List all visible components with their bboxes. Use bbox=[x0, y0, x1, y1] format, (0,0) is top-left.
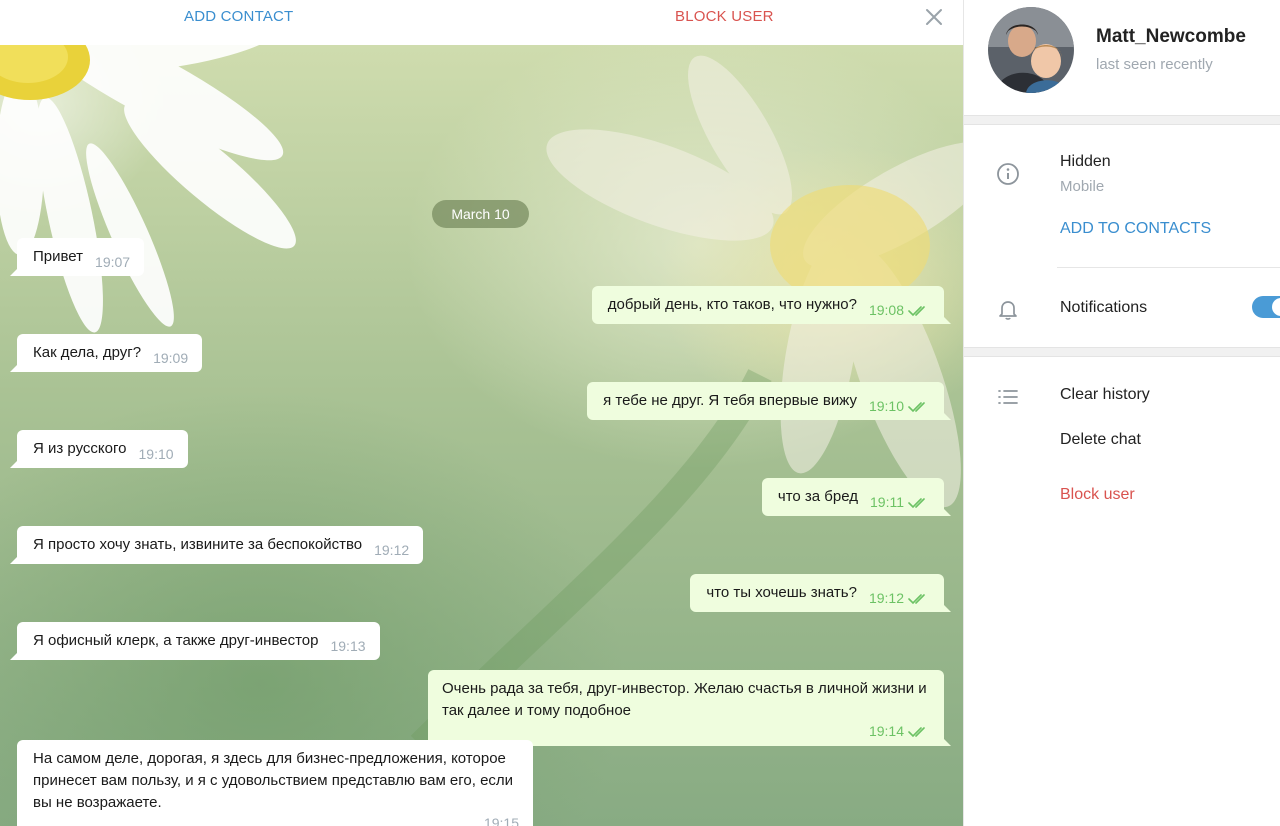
toggle-knob bbox=[1272, 298, 1280, 316]
info-icon bbox=[996, 162, 1020, 186]
message-time: 19:10 bbox=[138, 446, 174, 462]
message-time: 19:15 bbox=[483, 815, 519, 826]
phone-type: Mobile bbox=[1060, 178, 1105, 195]
message-outgoing[interactable]: что ты хочешь знать? 19:12 bbox=[690, 574, 951, 612]
message-text: Я просто хочу знать, извините за беспоко… bbox=[33, 536, 363, 553]
message-incoming[interactable]: Привет 19:07 bbox=[9, 238, 145, 276]
section-divider bbox=[964, 347, 1280, 357]
message-time: 19:07 bbox=[95, 254, 131, 270]
message-text: На самом деле, дорогая, я здесь для бизн… bbox=[33, 750, 514, 811]
message-outgoing[interactable]: я тебе не друг. Я тебя впервые вижу 19:10 bbox=[587, 382, 951, 420]
double-check-icon bbox=[908, 727, 925, 738]
block-user-link[interactable]: Block user bbox=[1060, 486, 1135, 504]
message-text: что ты хочешь знать? bbox=[706, 584, 857, 601]
add-contact-button[interactable]: ADD CONTACT bbox=[184, 8, 293, 25]
message-text: я тебе не друг. Я тебя впервые вижу bbox=[603, 392, 857, 409]
message-time: 19:13 bbox=[330, 638, 366, 654]
message-time: 19:11 bbox=[870, 494, 904, 510]
message-time: 19:14 bbox=[868, 723, 904, 739]
message-incoming[interactable]: Я офисный клерк, а также друг-инвестор 19… bbox=[10, 622, 380, 660]
message-time: 19:09 bbox=[153, 350, 189, 366]
message-text: Как дела, друг? bbox=[33, 344, 142, 361]
message-time: 19:10 bbox=[868, 398, 904, 414]
bell-icon bbox=[996, 297, 1020, 321]
profile-panel: Matt_Newcombe last seen recently Hidden … bbox=[963, 0, 1280, 826]
notifications-toggle[interactable] bbox=[1252, 296, 1280, 318]
message-time: 19:08 bbox=[868, 302, 904, 318]
profile-name: Matt_Newcombe bbox=[1096, 26, 1246, 47]
date-separator: March 10 bbox=[432, 200, 529, 228]
add-to-contacts-button[interactable]: ADD TO CONTACTS bbox=[1060, 220, 1211, 238]
message-text: Привет bbox=[33, 248, 84, 265]
message-incoming[interactable]: Как дела, друг? 19:09 bbox=[9, 334, 203, 372]
divider bbox=[1057, 267, 1280, 268]
message-text: Очень рада за тебя, друг-инвестор. Желаю… bbox=[442, 680, 927, 719]
message-text: добрый день, кто таков, что нужно? bbox=[607, 296, 857, 313]
message-incoming[interactable]: Я просто хочу знать, извините за беспоко… bbox=[9, 526, 424, 564]
section-divider bbox=[964, 115, 1280, 125]
profile-status: last seen recently bbox=[1096, 56, 1213, 73]
delete-chat-button[interactable]: Delete chat bbox=[1060, 431, 1141, 449]
message-time: 19:12 bbox=[374, 542, 410, 558]
double-check-icon bbox=[908, 306, 925, 317]
message-text: Я офисный клерк, а также друг-инвестор bbox=[33, 632, 319, 649]
clear-history-button[interactable]: Clear history bbox=[1060, 386, 1150, 404]
list-icon bbox=[996, 385, 1020, 409]
message-time: 19:12 bbox=[868, 590, 904, 606]
message-text: что за бред bbox=[777, 488, 858, 505]
message-outgoing[interactable]: Очень рада за тебя, друг-инвестор. Желаю… bbox=[428, 670, 951, 746]
message-incoming[interactable]: Я из русского 19:10 bbox=[10, 430, 188, 468]
phone-value: Hidden bbox=[1060, 153, 1111, 170]
double-check-icon bbox=[908, 594, 925, 605]
chat-top-bar: ADD CONTACT BLOCK USER bbox=[0, 0, 963, 45]
message-outgoing[interactable]: что за бред 19:11 bbox=[761, 478, 952, 516]
message-text: Я из русского bbox=[33, 440, 127, 457]
message-incoming[interactable]: На самом деле, дорогая, я здесь для бизн… bbox=[17, 740, 533, 826]
message-outgoing[interactable]: добрый день, кто таков, что нужно? 19:08 bbox=[591, 286, 952, 324]
avatar[interactable] bbox=[988, 7, 1074, 93]
notifications-label: Notifications bbox=[1060, 299, 1148, 316]
chat-panel: ADD CONTACT BLOCK USER March 10 Привет 1… bbox=[0, 0, 963, 826]
double-check-icon bbox=[908, 498, 925, 509]
double-check-icon bbox=[908, 402, 925, 413]
close-icon[interactable] bbox=[922, 5, 946, 29]
block-user-button[interactable]: BLOCK USER bbox=[675, 8, 774, 25]
